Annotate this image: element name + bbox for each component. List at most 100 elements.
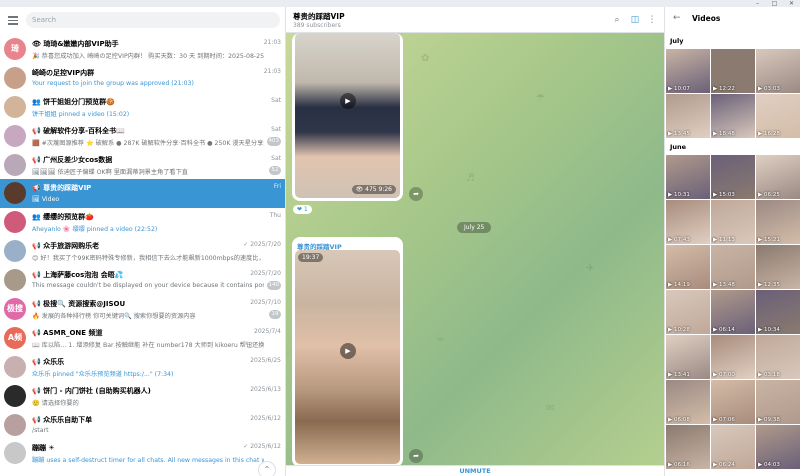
reaction-badge[interactable]: ❤ 1 [293,205,312,214]
avatar [4,95,26,118]
chat-row[interactable]: 📢 上海萨藤cos泡泡 会晤💦 2025/7/20 This message cou… [0,266,285,295]
chat-row[interactable]: 📢 广州反差少女cos数据 Sat 🖼🖼🖼 依迪匠子偏蝶 OK啊 里面漏蒂洞景主角了… [0,151,285,180]
chat-row[interactable]: 📢 饼门 - 内门饼社 (自助购买机器人) 2025/6/13 🙂 请选择你要的 [0,382,285,411]
avatar [4,384,26,407]
video-duration: ▶ 15:21 [758,237,780,243]
chat-time: 2025/6/25 [250,356,281,364]
video-duration: ▶ 03:18 [758,372,780,378]
chat-row[interactable]: 📢 众手旅游网购乐老 ✓ 2025/7/20 😊 好！我买了个99K密码特殊专修新，… [0,237,285,266]
chat-row[interactable]: A频 📢 ASMR_ONE 频道 2025/7/4 📖 库以陷… 1. 增添修复 Ba… [0,324,285,353]
chat-row[interactable]: 琦 👁 琦琦&嫩嫩内部VIP助手 21:03 🎉 恭喜您成功加入 崎崎の足控VIP内群… [0,35,285,64]
video-thumbnail[interactable]: ▶ 04:03 [756,425,800,469]
video-thumbnail[interactable]: ▶ 06:25 [756,155,800,199]
chat-time: 2025/7/10 [250,299,281,307]
video-duration: ▶ 14:19 [668,282,690,288]
chat-row[interactable]: 📢 众乐乐 2025/6/25 众乐乐 pinned "众乐乐预览频道 https:… [0,353,285,382]
close-window-button[interactable]: ✕ [786,0,797,7]
chat-row[interactable]: 极搜 📢 极搜🔍 资源搜索@JISOU 2025/7/10 🔥 发展的各种排行榜 你可… [0,295,285,324]
chat-name: 📢 广州反差少女cos数据 [32,155,113,164]
chat-row[interactable]: 👥 饼干姐姐分门预览群🍪 Sat 饼干姐姐 pinned a video (15:0… [0,93,285,122]
back-arrow-icon[interactable]: ← [673,13,683,25]
chat-row[interactable]: 📢 众乐乐自助下单 2025/6/12/start [0,411,285,440]
doodle-pattern: ✈ [586,263,595,274]
video-thumbnail[interactable]: ▶ 03:18 [756,335,800,379]
video-duration: ▶ 12:22 [713,86,735,92]
video-thumbnail[interactable]: ▶ 09:38 [756,380,800,424]
forward-icon[interactable]: ➦ [409,187,423,201]
avatar [4,182,26,205]
message-time: 9:26 [378,186,392,193]
maximize-button[interactable]: □ [769,0,780,7]
forward-icon[interactable]: ➦ [409,449,423,463]
video-thumbnail[interactable]: ▶ 06:14 [711,290,755,334]
view-count: 👁 475 [355,186,377,193]
video-thumbnail[interactable]: ▶ 13:48 [711,245,755,289]
chat-background: ✿ ☂ ♬ ✈ ☕ ✉ ▶ 👁 475 9:26 ➦ ❤ 1 July 25 尊… [286,33,664,467]
video-thumbnail[interactable]: ▶ 15:21 [756,200,800,244]
video-thumbnail[interactable]: ▶ 03:03 [756,49,800,93]
video-thumbnail[interactable]: ▶ 18:48 [711,94,755,138]
chat-list: 琦 👁 琦琦&嫩嫩内部VIP助手 21:03 🎉 恭喜您成功加入 崎崎の足控VIP内群… [0,35,285,468]
video-message[interactable]: 尊贵的踩踏VIP 19:37 ▶ [292,237,403,467]
unmute-button[interactable]: UNMUTE [286,465,664,476]
video-thumbnail[interactable]: ▶ 16:28 [756,94,800,138]
chat-row[interactable]: 崎崎の足控VIP内群 21:03 Your request to join the … [0,64,285,93]
video-thumbnail[interactable]: ▶ 10:34 [756,290,800,334]
chat-preview: Aheyanlo 🌸 缨缨 pinned a video (22:52) [32,226,158,234]
video-thumbnail[interactable]: ▶ 13:41 [666,335,710,379]
scroll-to-top-button[interactable]: ⌃ [258,461,276,476]
video-thumbnail[interactable]: ▶ 10:07 [666,49,710,93]
chat-name: 崎崎の足控VIP内群 [32,68,95,77]
video-thumbnail[interactable]: ▶ 06:08 [666,380,710,424]
video-message[interactable]: ▶ 👁 475 9:26 [292,33,403,201]
chat-name: 👥 缨缨的预览群🍅 [32,213,94,222]
video-thumbnail[interactable]: ▶ 07:06 [711,380,755,424]
video-thumbnail[interactable]: ▶ 10:31 [666,155,710,199]
video-meta: 👁 475 9:26 [351,185,396,194]
video-thumbnail[interactable]: ▶ 15:03 [711,155,755,199]
avatar [4,211,26,234]
play-icon[interactable]: ▶ [340,343,356,359]
shared-media-panel: ← Videos July ▶ 10:07 ▶ 12:22 ▶ 03:03 ▶ 13:4… [664,7,800,476]
video-thumbnail[interactable]: ▶ 12:35 [756,245,800,289]
chat-row[interactable]: 📢 尊贵的踩踏VIP Fri 🖼 Video [0,179,285,209]
chat-preview: 😊 好！我买了个99K密码特殊专修新，我相信下去么才能飙新1000mbps的速度… [32,255,264,263]
video-thumbnail[interactable]: ▶ 10:28 [666,290,710,334]
more-options-icon[interactable]: ⋮ [646,14,658,26]
sidebar-toggle-icon[interactable]: ◫ [629,14,641,26]
search-icon[interactable]: ⌕ [611,14,623,26]
video-duration: ▶ 10:34 [758,327,780,333]
video-thumbnail[interactable]: ▶ 👁 475 9:26 [295,33,400,198]
video-thumbnail[interactable]: ▶ 06:24 [711,425,755,469]
chat-row[interactable]: 👥 缨缨的预览群🍅 Thu Aheyanlo 🌸 缨缨 pinned a video… [0,208,285,237]
video-duration: ▶ 16:28 [758,131,780,137]
video-thumbnail[interactable]: ▶ 11:13 [711,200,755,244]
channel-header[interactable]: 尊贵的踩踏VIP 389 subscribers ⌕ ◫ ⋮ [286,7,664,33]
window-titlebar: – □ ✕ [0,0,800,7]
chat-name: 📢 上海萨藤cos泡泡 会晤💦 [32,271,124,280]
play-icon[interactable]: ▶ [340,93,356,109]
video-thumbnail[interactable]: ▶ 07:43 [666,200,710,244]
chat-row[interactable]: 📢 破解软件分享-百科全书📖 Sat 🟫 #次蔑图源推荐 ⭐ 破解系 ● 287K … [0,122,285,151]
chat-preview: 🙂 请选择你要的 [32,399,79,407]
avatar: 琦 [4,38,26,60]
chat-name: 📢 破解软件分享-百科全书📖 [32,126,125,135]
video-thumbnail[interactable]: ▶ 06:16 [666,425,710,469]
video-duration: ▶ 13:41 [668,372,690,378]
unread-badge: 52 [269,165,281,175]
video-thumbnail[interactable]: ▶ 12:22 [711,49,755,93]
video-thumbnail[interactable]: ▶ 14:19 [666,245,710,289]
avatar: A频 [4,326,26,349]
avatar [4,442,26,465]
minimize-button[interactable]: – [752,0,763,7]
video-thumbnail[interactable]: 19:37 ▶ [295,250,400,464]
chat-time: 21:03 [263,67,281,75]
chat-name: 👁 琦琦&嫩嫩内部VIP助手 [32,40,119,48]
chat-preview: 🔥 发展的各种排行榜 你可关键词🔍 搜索你想要的资源内容 [32,313,196,321]
search-input[interactable]: Search [26,12,280,28]
hamburger-menu-icon[interactable] [7,14,19,26]
chat-row[interactable]: 蹦蹦 ☀ ✓ 2025/6/12 蹦蹦 uses a self-destruct t… [0,439,285,468]
chat-time: 21:03 [263,39,281,46]
video-thumbnail[interactable]: ▶ 13:45 [666,94,710,138]
video-thumbnail[interactable]: ▶ 07:00 [711,335,755,379]
